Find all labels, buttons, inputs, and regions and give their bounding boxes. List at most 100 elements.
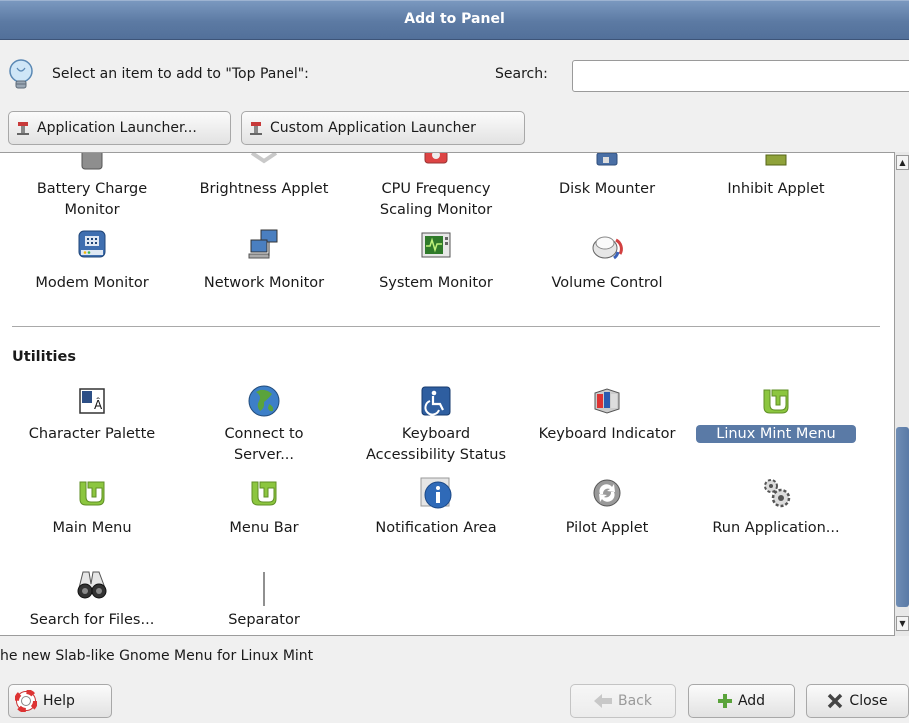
list-item-inhibit[interactable]: Inhibit Applet [696, 153, 856, 225]
item-label: Keyboard Indicator [538, 426, 676, 442]
applet-list[interactable]: Battery Charge Monitor Brightness Applet… [0, 152, 895, 636]
scrollbar-thumb[interactable] [896, 427, 909, 607]
mint-logo-icon [74, 475, 110, 511]
list-item-keyboard-indicator[interactable]: Keyboard Indicator [527, 383, 687, 469]
globe-icon [246, 383, 282, 419]
close-label: Close [849, 693, 888, 709]
back-button[interactable]: Back [570, 684, 676, 718]
back-arrow-icon [594, 694, 612, 708]
item-description: he new Slab-like Gnome Menu for Linux Mi… [0, 648, 314, 664]
item-label: Character Palette [28, 426, 156, 442]
item-label: Separator [228, 612, 300, 628]
item-label: CPU Frequency [381, 181, 491, 197]
list-item-cpu-frequency[interactable]: CPU Frequency Scaling Monitor [356, 153, 516, 225]
list-item-connect-to-server[interactable]: Connect to Server... [184, 383, 344, 469]
category-heading: Utilities [12, 349, 76, 365]
item-label: Menu Bar [229, 520, 299, 536]
list-item-run-application[interactable]: Run Application... [696, 475, 856, 545]
item-label: Server... [233, 447, 295, 463]
mint-logo-icon [758, 383, 794, 419]
keyboard-indicator-icon [589, 383, 625, 419]
list-item-network-monitor[interactable]: Network Monitor [184, 227, 344, 297]
disk-mounter-icon [589, 153, 625, 177]
list-item-keyboard-accessibility[interactable]: Keyboard Accessibility Status [356, 383, 516, 469]
category-divider [12, 326, 880, 327]
item-label: Pilot Applet [565, 520, 649, 536]
add-label: Add [737, 693, 766, 709]
item-label: Battery Charge [36, 181, 148, 197]
volume-icon [589, 227, 625, 263]
brightness-icon [246, 153, 282, 177]
list-item-menu-bar[interactable]: Menu Bar [184, 475, 344, 545]
application-launcher-button[interactable]: Application Launcher... [8, 111, 231, 145]
back-label: Back [618, 693, 652, 709]
list-item-notification-area[interactable]: Notification Area [356, 475, 516, 545]
list-scrollbar[interactable]: ▲ ▼ [894, 152, 909, 636]
item-label: Scaling Monitor [379, 202, 493, 218]
help-button[interactable]: Help [8, 684, 112, 718]
list-item-character-palette[interactable]: Â Character Palette [12, 383, 172, 469]
search-label: Search: [495, 66, 548, 82]
list-item-system-monitor[interactable]: System Monitor [356, 227, 516, 297]
item-label: Main Menu [52, 520, 132, 536]
scroll-down-button[interactable]: ▼ [896, 616, 909, 631]
close-icon [827, 693, 843, 709]
list-item-main-menu[interactable]: Main Menu [12, 475, 172, 545]
list-item-modem-monitor[interactable]: Modem Monitor [12, 227, 172, 297]
launcher-icon [15, 120, 31, 136]
close-button[interactable]: Close [806, 684, 909, 718]
list-item-volume-control[interactable]: Volume Control [527, 227, 687, 297]
inhibit-icon [758, 153, 794, 177]
svg-text:Â: Â [94, 397, 103, 412]
item-label: Keyboard [401, 426, 471, 442]
plus-icon [717, 694, 732, 708]
battery-icon [74, 153, 110, 177]
list-item-brightness[interactable]: Brightness Applet [184, 153, 344, 225]
item-label: System Monitor [379, 275, 493, 291]
list-item-linux-mint-menu[interactable]: Linux Mint Menu [696, 383, 856, 469]
cpu-frequency-icon [418, 153, 454, 177]
custom-launcher-button[interactable]: Custom Application Launcher [241, 111, 525, 145]
selected-item-label: Linux Mint Menu [696, 425, 856, 443]
item-label: Search for Files... [29, 612, 155, 628]
search-input[interactable] [572, 60, 909, 92]
lifebuoy-icon [15, 690, 37, 712]
item-label: Brightness Applet [199, 181, 329, 197]
mint-logo-icon [246, 475, 282, 511]
add-button[interactable]: Add [688, 684, 795, 718]
gears-icon [758, 475, 794, 511]
accessibility-icon [418, 383, 454, 419]
application-launcher-label: Application Launcher... [37, 120, 197, 136]
pilot-icon [589, 475, 625, 511]
separator-icon [246, 571, 282, 607]
help-label: Help [43, 693, 75, 709]
item-label: Connect to [224, 426, 304, 442]
list-item-disk-mounter[interactable]: Disk Mounter [527, 153, 687, 225]
list-item-search-for-files[interactable]: Search for Files... [12, 565, 172, 635]
item-label: Disk Mounter [558, 181, 656, 197]
lightbulb-icon [8, 59, 34, 91]
item-label: Run Application... [712, 520, 840, 536]
network-icon [246, 227, 282, 263]
list-item-battery[interactable]: Battery Charge Monitor [12, 153, 172, 225]
item-label: Accessibility Status [365, 447, 507, 463]
list-item-pilot-applet[interactable]: Pilot Applet [527, 475, 687, 545]
binoculars-icon [74, 565, 110, 601]
info-icon [418, 475, 454, 511]
custom-launcher-label: Custom Application Launcher [270, 120, 476, 136]
scroll-up-button[interactable]: ▲ [896, 155, 909, 170]
character-palette-icon: Â [74, 383, 110, 419]
item-label: Monitor [64, 202, 120, 218]
item-label: Notification Area [375, 520, 497, 536]
hint-text: Select an item to add to "Top Panel": [52, 66, 309, 82]
system-monitor-icon [418, 227, 454, 263]
window-title: Add to Panel [404, 11, 505, 27]
item-label: Volume Control [551, 275, 663, 291]
item-label: Inhibit Applet [727, 181, 825, 197]
window-title-bar: Add to Panel [0, 0, 909, 40]
list-item-separator[interactable]: Separator [184, 565, 344, 635]
launcher-icon [248, 120, 264, 136]
item-label: Network Monitor [203, 275, 325, 291]
modem-icon [74, 227, 110, 263]
item-label: Modem Monitor [35, 275, 149, 291]
